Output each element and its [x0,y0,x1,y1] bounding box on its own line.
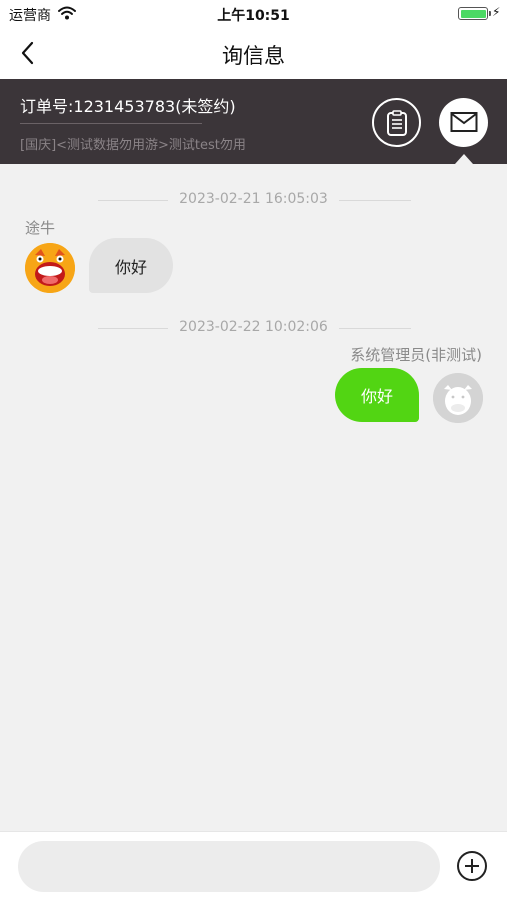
active-tab-pointer [455,154,473,164]
sender-name: 系统管理员(非测试) [350,346,482,364]
clock-time: 上午10:51 [217,8,290,24]
order-details-button[interactable] [372,98,421,147]
message-timestamp: 2023-02-22 10:02:06 [179,319,328,335]
charging-bolt-icon: ⚡ [492,5,501,19]
page-title: 询信息 [222,44,285,68]
avatar[interactable] [25,243,75,293]
message-timestamp: 2023-02-21 16:05:03 [179,191,328,207]
order-divider [20,123,202,124]
plus-circle-icon[interactable] [456,850,488,882]
order-number: 订单号:1231453783(未签约) [20,97,236,116]
message-bubble[interactable]: 你好 [89,238,173,293]
clipboard-icon [387,110,407,136]
sender-name: 途牛 [25,219,56,237]
messages-button[interactable] [439,98,488,147]
tuniu-mascot-icon [25,243,75,293]
navigation-bar: 询信息 [0,28,507,78]
chat-area[interactable]: 2023-02-21 16:05:03 途牛 你好 2023-02-22 10:… [0,164,507,831]
timestamp-divider [339,328,411,329]
envelope-icon [450,112,478,132]
order-route: [国庆]<测试数据勿用游>测试test勿用 [20,138,246,153]
message-bubble-own[interactable]: 你好 [335,368,419,422]
default-cow-avatar-icon [433,373,483,423]
message-input-bar [0,831,507,900]
order-info-panel: 订单号:1231453783(未签约) [国庆]<测试数据勿用游>测试test勿… [0,79,507,164]
avatar[interactable] [433,373,483,423]
battery-icon [458,7,491,20]
message-input[interactable] [18,841,440,892]
status-bar: 运营商 上午10:51 ⚡ [0,0,507,28]
timestamp-divider [339,200,411,201]
